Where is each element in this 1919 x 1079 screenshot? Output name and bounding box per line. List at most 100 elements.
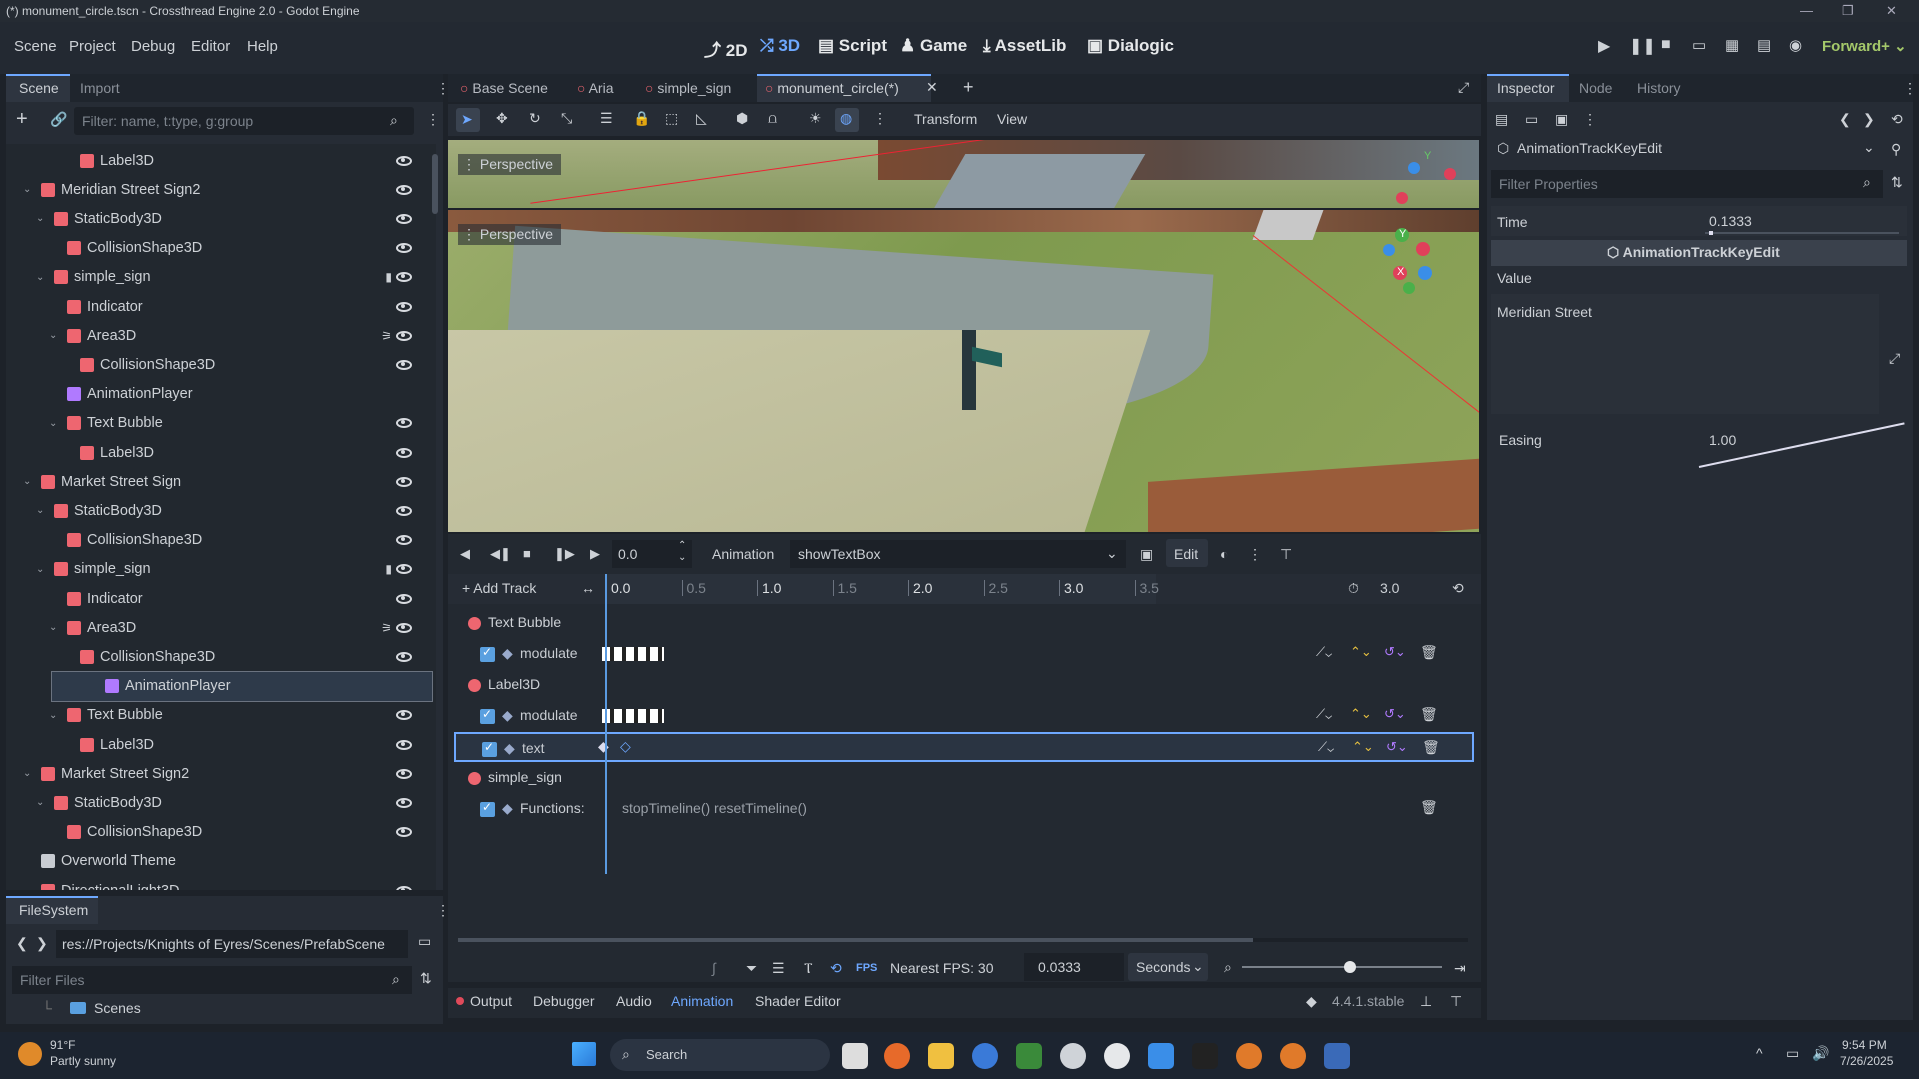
expand-arrow-icon[interactable]: ⌄ [36,272,44,283]
delete-track-icon[interactable]: 🗑 [1422,739,1440,756]
viewport-top-label[interactable]: ⋮ Perspective [458,154,562,175]
track-row[interactable]: simple_sign [454,763,1474,793]
visibility-icon[interactable] [396,739,412,750]
tab-output[interactable]: Output [470,993,512,1009]
forward-icon[interactable]: ❯ [36,935,48,952]
tree-node[interactable]: ⌄ Area3D ⚞ [6,613,430,642]
expand-arrow-icon[interactable]: ⌄ [23,476,31,487]
sort-icon[interactable]: ⇅ [420,970,432,987]
new-resource-icon[interactable]: ▤ [1495,111,1508,128]
menu-scene[interactable]: Scene [14,38,57,55]
lock-icon[interactable]: 🔒 [633,110,650,127]
zoom-icon[interactable]: ⌕ [1224,959,1232,976]
visibility-icon[interactable] [396,272,412,283]
property-filter-input[interactable]: Filter Properties ⌕ [1491,170,1883,198]
expand-arrow-icon[interactable]: ⌄ [49,622,57,633]
tab-debugger[interactable]: Debugger [533,993,595,1009]
time-input[interactable]: 0.0 ⌃ ⌄ [612,540,692,568]
pause-icon[interactable]: ❚❚ [1629,36,1656,56]
visibility-icon[interactable] [396,593,412,604]
visibility-icon[interactable] [396,155,412,166]
add-node-icon[interactable]: + [16,108,28,131]
tree-node[interactable]: Label3D [6,146,430,175]
visibility-icon[interactable] [396,827,412,838]
track-row[interactable]: Label3D [454,670,1474,700]
object-select[interactable]: ⬡ AnimationTrackKeyEdit ⌄ [1491,136,1883,164]
close-tab-icon[interactable]: ✕ [926,79,938,96]
distraction-free-icon[interactable]: ⤢ [1458,79,1469,96]
color-key-strip[interactable] [602,647,664,661]
back-icon[interactable]: ❮ [16,935,28,952]
scene-options-icon[interactable]: ⋮ [426,111,440,128]
sun-icon[interactable]: ☀ [809,110,822,127]
visibility-icon[interactable] [396,418,412,429]
visibility-icon[interactable] [396,535,412,546]
zoom-slider[interactable] [1242,966,1442,968]
visibility-icon[interactable] [396,243,412,254]
viewport-top[interactable]: ⋮ Perspective Y [448,140,1479,208]
expand-arrow-icon[interactable]: ⌄ [36,505,44,516]
tab-animation[interactable]: Animation [671,993,733,1009]
taskbar-search[interactable]: ⌕ Search [610,1039,830,1071]
tree-node[interactable]: ⌄ StaticBody3D [6,496,430,525]
expand-arrow-icon[interactable]: ⌄ [36,797,44,808]
godot-icon[interactable] [1104,1043,1130,1069]
tree-node[interactable]: Label3D [6,438,430,467]
script-icon[interactable]: ▮ [385,562,392,576]
play-custom-icon[interactable]: ▤ [1757,36,1771,54]
onion-skin-icon[interactable]: ◐ [1220,546,1228,562]
tree-node[interactable]: ⌄ Meridian Street Sign2 [6,175,430,204]
environment-icon[interactable]: ◍ [840,110,852,127]
blender-icon[interactable] [1236,1043,1262,1069]
animation-length[interactable]: 3.0 [1380,580,1399,596]
select-mode-icon[interactable]: ➤ [461,111,473,128]
expand-arrow-icon[interactable]: ⌄ [49,330,57,341]
weather-temp[interactable]: 91°F [50,1038,75,1052]
menu-editor[interactable]: Editor [191,38,230,55]
menu-view[interactable]: View [997,111,1027,127]
minimize-icon[interactable]: — [1800,3,1813,18]
tab-shader-editor[interactable]: Shader Editor [755,993,841,1009]
section-header[interactable]: ⬡ AnimationTrackKeyEdit [1491,240,1907,266]
tree-node[interactable]: ⌄ simple_sign ▮ [6,555,430,584]
tree-node[interactable]: ⌄ Market Street Sign2 [6,759,430,788]
menu-transform[interactable]: Transform [914,111,977,127]
expand-arrow-icon[interactable]: ⌄ [36,213,44,224]
track-enable-checkbox[interactable] [480,645,495,662]
visibility-icon[interactable] [396,651,412,662]
visibility-icon[interactable] [396,797,412,808]
update-mode-icon[interactable]: ⌃⌄ [1350,644,1372,660]
move-mode-icon[interactable]: ✥ [496,110,508,127]
tree-node[interactable]: AnimationPlayer [6,380,430,409]
tree-node[interactable]: CollisionShape3D [6,350,430,379]
tab-import[interactable]: Import [80,80,120,96]
expand-arrow-icon[interactable]: ⌄ [49,418,57,429]
step-back-icon[interactable]: ◀❚ [490,546,511,562]
recent-history-icon[interactable]: ⟲ [1891,111,1903,128]
step-input[interactable]: 0.0333 [1024,953,1124,981]
keyframe-selected-icon[interactable]: ◇ [620,738,631,755]
add-track-button[interactable]: + Add Track [462,580,536,596]
vscode-icon[interactable] [1148,1043,1174,1069]
delete-track-icon[interactable]: 🗑 [1420,706,1438,723]
value-textarea[interactable]: Meridian Street [1491,294,1879,414]
godot-active-icon[interactable] [1324,1043,1350,1069]
remote-debug-icon[interactable]: ▭ [1692,36,1706,54]
autoplay-icon[interactable]: ▣ [1140,546,1153,563]
visibility-icon[interactable] [396,710,412,721]
tree-node[interactable]: Label3D [6,730,430,759]
expand-arrow-icon[interactable]: ⌄ [36,564,44,575]
clock-time[interactable]: 9:54 PM [1842,1038,1887,1052]
workspace-assetlib[interactable]: ⤓ AssetLib [983,36,1066,56]
track-enable-checkbox[interactable] [480,707,495,724]
more-options-icon[interactable]: ⋮ [873,110,887,127]
play-icon[interactable]: ▶ [1598,36,1610,56]
loop-wrap-icon[interactable]: ↺⌄ [1384,706,1406,722]
anim-more-icon[interactable]: ⋮ [1248,546,1262,563]
keyframe-icon[interactable]: ◆ [598,738,609,755]
doc-icon[interactable]: ⚲ [1891,141,1901,158]
tree-node[interactable]: ⌄ Text Bubble [6,409,430,438]
file-filter-input[interactable]: Filter Files ⌕ [12,966,412,994]
tree-node[interactable]: DirectionalLight3D [6,876,430,890]
snap-icon[interactable]: Ⲧ [804,960,813,977]
